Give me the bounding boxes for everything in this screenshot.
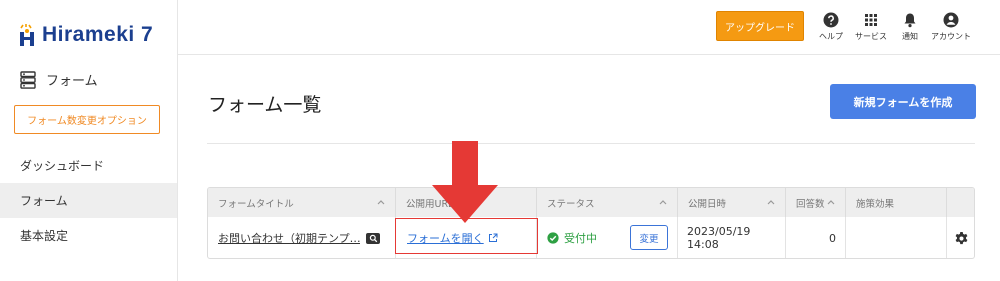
- column-label: ステータス: [547, 198, 595, 210]
- preview-button[interactable]: [366, 232, 380, 244]
- cell-actions: [947, 217, 974, 258]
- logo-mark-icon: [18, 24, 44, 46]
- column-label: 公開日時: [688, 198, 727, 210]
- down-arrow-annotation: [432, 141, 498, 223]
- column-header-responses[interactable]: 回答数: [786, 188, 846, 217]
- create-form-button[interactable]: 新規フォームを作成: [830, 84, 976, 119]
- page-title: フォーム一覧: [208, 94, 322, 116]
- cell-effect: [846, 217, 947, 258]
- account-menu[interactable]: アカウント: [931, 12, 971, 42]
- chevron-up-icon: [827, 200, 835, 205]
- server-stack-icon: [20, 70, 36, 89]
- forms-table: フォームタイトル 公開用URL ステータス 公開日時 回答数 施策効果 お問い合…: [207, 187, 975, 259]
- status-label: 受付中: [564, 232, 597, 245]
- column-header-published[interactable]: 公開日時: [678, 188, 786, 217]
- sidebar-item-forms[interactable]: フォーム: [0, 183, 177, 218]
- notifications-label: 通知: [902, 32, 918, 41]
- sidebar-item-settings[interactable]: 基本設定: [0, 218, 177, 253]
- cell-status: 受付中 変更: [537, 217, 678, 258]
- chevron-up-icon: [767, 200, 775, 205]
- brand-name: Hirameki 7: [42, 23, 154, 46]
- change-status-button[interactable]: 変更: [630, 225, 668, 250]
- services-menu[interactable]: サービス: [855, 12, 887, 42]
- divider: [207, 143, 975, 144]
- top-bar: アップグレード ヘルプ サービス 通知 アカウント: [178, 0, 1000, 55]
- upgrade-button[interactable]: アップグレード: [716, 11, 804, 41]
- column-label: フォームタイトル: [218, 198, 294, 210]
- cell-responses: 0: [786, 217, 846, 258]
- services-label: サービス: [855, 32, 887, 41]
- chevron-up-icon: [377, 200, 385, 205]
- gear-icon[interactable]: [954, 231, 969, 246]
- sidebar-section-label: フォーム: [46, 74, 98, 89]
- chevron-up-icon: [659, 200, 667, 205]
- help-icon: [823, 12, 839, 28]
- sidebar-section-header: フォーム: [20, 70, 98, 89]
- cell-published: 2023/05/19 14:08: [678, 217, 786, 258]
- column-label: 回答数: [796, 198, 825, 210]
- column-label: 施策効果: [856, 198, 895, 210]
- column-header-effect[interactable]: 施策効果: [846, 188, 947, 217]
- account-icon: [943, 12, 959, 28]
- grid-icon: [865, 14, 877, 26]
- form-count-option-button[interactable]: フォーム数変更オプション: [14, 105, 160, 134]
- notifications-menu[interactable]: 通知: [902, 12, 918, 42]
- column-header-status[interactable]: ステータス: [537, 188, 678, 217]
- search-icon: [369, 234, 377, 242]
- form-title-link[interactable]: お問い合わせ（初期テンプ…: [218, 230, 360, 246]
- help-menu[interactable]: ヘルプ: [819, 12, 843, 42]
- column-header-actions: [947, 188, 974, 217]
- app-root: Hirameki 7 フォーム フォーム数変更オプション ダッシュボード フォー…: [0, 0, 1000, 281]
- sidebar-item-dashboard[interactable]: ダッシュボード: [0, 148, 177, 183]
- table-header: フォームタイトル 公開用URL ステータス 公開日時 回答数 施策効果: [208, 188, 974, 217]
- brand-logo[interactable]: Hirameki 7: [18, 22, 153, 48]
- help-label: ヘルプ: [819, 32, 843, 41]
- bell-icon: [904, 13, 916, 28]
- cell-form-title: お問い合わせ（初期テンプ…: [208, 217, 396, 258]
- account-label: アカウント: [931, 32, 971, 41]
- status-badge: 受付中: [547, 230, 597, 246]
- sidebar: Hirameki 7 フォーム フォーム数変更オプション ダッシュボード フォー…: [0, 0, 178, 281]
- column-header-title[interactable]: フォームタイトル: [208, 188, 396, 217]
- check-circle-icon: [547, 232, 559, 244]
